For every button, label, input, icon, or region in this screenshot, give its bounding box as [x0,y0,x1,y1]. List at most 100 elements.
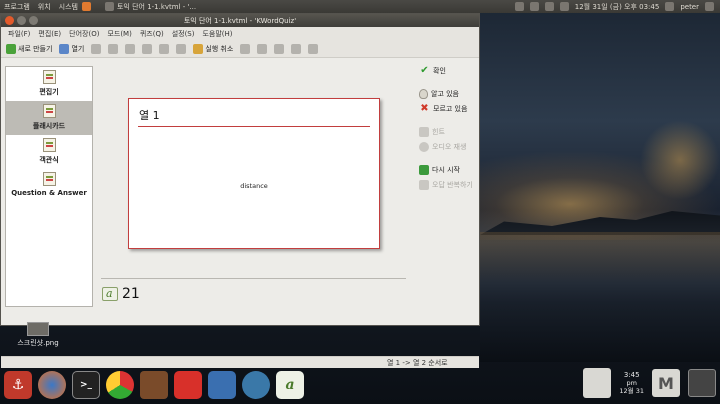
shuffle-button[interactable] [272,44,286,54]
taskbar-window-button[interactable]: 토익 단어 1-1.kvtml - '... [104,2,197,12]
dont-know-button[interactable]: ✖ 모르고 있음 [419,102,479,115]
audio-label: 오디오 재생 [432,142,467,151]
gmail-icon[interactable]: M [652,369,680,397]
firefox-icon[interactable] [38,370,66,399]
mode-flashcard[interactable]: 플래시카드 [6,101,92,135]
desktop-file-label: 스크린샷.png [17,339,59,347]
globe-icon[interactable] [242,370,270,399]
know-button[interactable]: 알고 있음 [419,87,479,100]
repeat-errors-icon [419,179,429,190]
menu-edit[interactable]: 편집(E) [34,29,65,39]
writer-icon[interactable] [208,370,236,399]
print-button[interactable] [123,44,137,54]
audio-button[interactable]: 오디오 재생 [419,140,479,153]
minimize-icon[interactable] [17,16,26,25]
battery-icon[interactable] [559,2,569,11]
mode-flashcard-label: 플래시카드 [32,122,66,130]
dock-clock[interactable]: 3:45 pm 12월 31 [619,371,644,395]
lightbulb-icon [419,88,428,99]
sort-button[interactable] [306,44,320,54]
mode-question-answer[interactable]: Question & Answer [6,169,92,203]
mode-editor-label: 편집기 [39,88,59,96]
menu-settings[interactable]: 설정(S) [168,29,199,39]
menu-vocabulary[interactable]: 단어장(O) [65,29,103,39]
score-separator [101,278,406,279]
save-icon [91,44,102,54]
panel-user[interactable]: peter [680,3,699,11]
know-label: 알고 있음 [431,89,459,98]
mode-question-answer-label: Question & Answer [11,189,87,197]
restart-icon [419,164,429,175]
mail-indicator-icon[interactable] [544,2,554,11]
power-icon[interactable] [705,2,714,11]
check-button[interactable]: ✔ 확인 [419,64,479,77]
dock-right: 3:45 pm 12월 31 M [583,368,716,398]
font-button[interactable] [289,44,303,54]
editor-icon [42,70,56,84]
taskbar-window-title: 토익 단어 1-1.kvtml - '... [116,2,197,11]
save-as-button[interactable] [106,44,120,54]
flashcard[interactable]: 열 1 distance [128,98,380,249]
shuffle-icon [274,44,285,54]
new-button[interactable]: 새로 만들기 [4,44,54,54]
maximize-icon[interactable] [29,16,38,25]
open-button[interactable]: 열기 [57,44,86,54]
menu-applications[interactable]: 프로그램 [0,2,34,12]
show-desktop-icon[interactable] [688,369,716,397]
terminal-icon[interactable]: >_ [72,370,100,399]
wallpaper-lake [480,232,720,362]
card-divider [138,126,370,127]
save-as-icon [108,44,119,54]
repeat-errors-label: 오답 반복하기 [432,180,473,189]
panel-indicators: 12월 31일 (금) 오후 03:45 peter [514,2,720,12]
hint-button[interactable]: 힌트 [419,125,479,138]
mode-editor[interactable]: 편집기 [6,67,92,101]
find-button[interactable] [255,44,269,54]
image-file-icon [27,322,49,336]
save-button[interactable] [89,44,103,54]
menu-mode[interactable]: 모드(M) [103,29,135,39]
menu-help[interactable]: 도움말(H) [198,29,236,39]
hint-icon [419,126,429,137]
toolbar: 새로 만들기 열기 실행 취소 [1,41,479,58]
mode-multiple-choice[interactable]: 객관식 [6,135,92,169]
redo-button[interactable] [238,44,252,54]
cut-button[interactable] [140,44,154,54]
volume-icon[interactable] [529,2,539,11]
speaker-icon[interactable] [140,370,168,399]
paste-button[interactable] [174,44,188,54]
kwordquiz-icon[interactable]: a [276,370,304,399]
card-column-title: 열 1 [139,109,160,122]
top-panel: 프로그램 위치 시스템 토익 단어 1-1.kvtml - '... 12월 3… [0,0,720,13]
card-word: distance [240,182,268,190]
menu-places[interactable]: 위치 [34,2,55,12]
panel-clock[interactable]: 12월 31일 (금) 오후 03:45 [575,2,660,12]
window-title: 토익 단어 1-1.kvtml - 'KWordQuiz' [183,16,297,25]
repeat-errors-button[interactable]: 오답 반복하기 [419,178,479,191]
trash-icon[interactable] [583,368,612,398]
restart-button[interactable]: 다시 시작 [419,163,479,176]
chrome-icon[interactable] [106,370,134,399]
paste-icon [176,44,187,54]
undo-button[interactable]: 실행 취소 [191,44,235,54]
close-icon[interactable] [5,16,14,25]
dock-clock-time: 3:45 [623,371,640,379]
copy-button[interactable] [157,44,171,54]
kwordquiz-score-icon [102,287,118,301]
network-icon[interactable] [514,2,524,11]
play-icon [419,141,429,152]
menu-quiz[interactable]: 퀴즈(Q) [136,29,168,39]
menu-file[interactable]: 파일(F) [4,29,34,39]
redo-icon [240,44,251,54]
wallpaper-glow-right [640,120,720,200]
dock-clock-ampm: pm [626,379,637,387]
window-titlebar[interactable]: 토익 단어 1-1.kvtml - 'KWordQuiz' [1,14,479,27]
new-document-icon [6,44,16,54]
print-icon [125,44,136,54]
app-icon-red[interactable] [174,370,202,399]
desktop-file-screenshot[interactable]: 스크린샷.png [0,322,76,348]
anchor-icon[interactable]: ⚓ [4,370,32,399]
firefox-launcher-icon[interactable] [81,2,91,11]
copy-icon [159,44,170,54]
menu-system[interactable]: 시스템 [55,2,82,12]
